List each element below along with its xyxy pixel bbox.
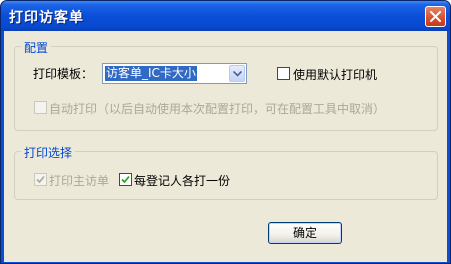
default-printer-checkbox[interactable] <box>277 67 290 80</box>
config-group-legend: 配置 <box>21 39 52 56</box>
print-main-checkbox[interactable] <box>34 173 47 186</box>
template-select[interactable]: 访客单_IC卡大小 <box>102 63 247 84</box>
auto-print-label: 自动打印（以后自动使用本次配置打印，可在配置工具中取消） <box>49 102 386 116</box>
config-group: 配置 打印模板： 访客单_IC卡大小 使用默认打印机 自动打印（以后自动使用本次… <box>14 39 438 131</box>
dialog-body: 配置 打印模板： 访客单_IC卡大小 使用默认打印机 自动打印（以后自动使用本次… <box>4 31 447 262</box>
chevron-down-icon <box>233 71 242 77</box>
auto-print-checkbox[interactable] <box>34 101 47 114</box>
close-icon <box>430 11 441 22</box>
title-bar[interactable]: 打印访客单 <box>1 1 450 31</box>
default-printer-label: 使用默认打印机 <box>293 68 378 82</box>
template-select-value: 访客单_IC卡大小 <box>105 66 197 81</box>
checkmark-icon <box>121 175 130 184</box>
ok-button[interactable]: 确定 <box>268 222 342 244</box>
print-main-label: 打印主访单 <box>49 174 110 188</box>
each-person-checkbox[interactable] <box>119 173 132 186</box>
dialog-window: 打印访客单 配置 打印模板： 访客单_IC卡大小 使用默认打印机 自动打印（以后… <box>0 0 451 264</box>
window-title: 打印访客单 <box>9 10 84 26</box>
checkmark-icon <box>36 175 45 184</box>
close-button[interactable] <box>425 6 446 27</box>
each-person-label: 每登记人各打一份 <box>134 174 231 188</box>
template-dropdown-button[interactable] <box>229 65 245 82</box>
print-options-legend: 打印选择 <box>21 144 76 161</box>
print-options-group: 打印选择 打印主访单 每登记人各打一份 <box>14 144 438 200</box>
template-label: 打印模板： <box>33 67 94 81</box>
